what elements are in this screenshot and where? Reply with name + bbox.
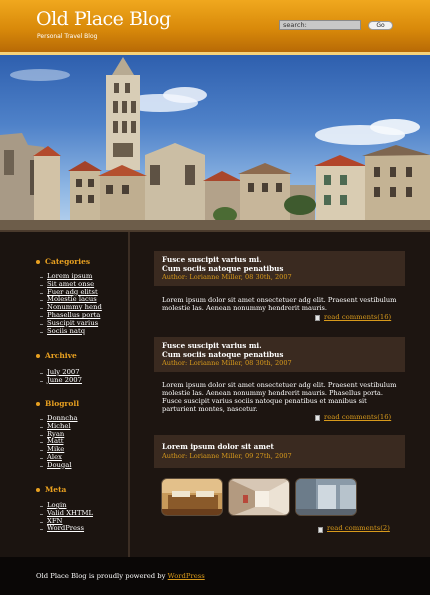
sidebar-heading-label: Categories: [45, 257, 91, 266]
site-title[interactable]: Old Place Blog: [36, 8, 171, 30]
sidebar-heading-label: Meta: [45, 485, 67, 494]
sidebar-item-meta[interactable]: WordPress: [40, 525, 93, 533]
list-bullet-icon: [36, 260, 40, 264]
sidebar-heading-categories: Categories: [36, 257, 90, 266]
post-title-line2[interactable]: Cum sociis natoque penatibus: [162, 264, 405, 274]
sidebar-heading-blogroll: Blogroll: [36, 399, 79, 408]
site-footer: Old Place Blog is proudly powered by Wor…: [0, 557, 430, 595]
sidebar-item-archive[interactable]: June 2007: [40, 376, 82, 385]
post-title[interactable]: Lorem ipsum dolor sit amet: [162, 442, 405, 452]
bedroom-thumbnail-image: [162, 479, 222, 515]
post-author-date: Author: Lorianne Miller, 09 27th, 2007: [162, 451, 292, 460]
post-thumbnail-bathroom[interactable]: [295, 478, 357, 516]
post-thumbnail-bedroom[interactable]: [161, 478, 223, 516]
post-title-line2[interactable]: Cum sociis natoque penatibus: [162, 350, 405, 360]
sidebar-heading-archive: Archive: [36, 351, 77, 360]
comment-page-icon: [318, 527, 323, 533]
meta-list: Login Valid XHTML XFN WordPress: [40, 501, 93, 533]
post-header: Fusce suscipit varius mi. Cum sociis nat…: [154, 337, 405, 372]
site-header: Old Place Blog Personal Travel Blog sear…: [0, 0, 430, 55]
post-excerpt: Lorem ipsum dolor sit amet onsectetuer a…: [162, 296, 397, 312]
sidebar-heading-label: Blogroll: [45, 399, 80, 408]
wordpress-link[interactable]: WordPress: [168, 572, 205, 580]
sidebar-item-category[interactable]: Sociis natq: [40, 327, 102, 336]
read-comments-link[interactable]: read comments(16): [324, 313, 391, 321]
site-tagline: Personal Travel Blog: [37, 33, 98, 40]
search-go-button[interactable]: Go: [368, 21, 393, 30]
search-input[interactable]: search:: [279, 20, 361, 30]
post-header: Fusce suscipit varius mi. Cum sociis nat…: [154, 251, 405, 286]
post-excerpt: Lorem ipsum dolor sit amet onsectetuer a…: [162, 381, 397, 413]
categories-list: Lorem ipsum Sit amet onse Fuer adg elits…: [40, 272, 102, 336]
read-comments-link[interactable]: read comments(2): [327, 524, 390, 532]
list-bullet-icon: [36, 488, 40, 492]
blogroll-list: Donncha Michel Ryan Matt Mike Alex Douga…: [40, 414, 78, 470]
sidebar-heading-meta: Meta: [36, 485, 66, 494]
comment-page-icon: [315, 415, 320, 421]
footer-credit: Old Place Blog is proudly powered by Wor…: [36, 572, 205, 580]
sidebar-item-blogroll[interactable]: Dougal: [40, 461, 78, 470]
read-comments-link[interactable]: read comments(16): [324, 413, 391, 421]
list-bullet-icon: [36, 402, 40, 406]
sidebar-heading-label: Archive: [45, 351, 77, 360]
post-author-date: Author: Lorianne Miller, 08 30th, 2007: [162, 273, 292, 282]
post-author-date: Author: Lorianne Miller, 08 30th, 2007: [162, 359, 292, 368]
bathroom-thumbnail-image: [296, 479, 356, 515]
post-header: Lorem ipsum dolor sit amet Author: Loria…: [154, 435, 405, 468]
old-town-skyline-illustration: [0, 57, 430, 230]
list-bullet-icon: [36, 354, 40, 358]
hallway-thumbnail-image: [229, 479, 289, 515]
post-thumbnail-hallway[interactable]: [228, 478, 290, 516]
footer-text: Old Place Blog is proudly powered by: [36, 572, 166, 580]
comment-page-icon: [315, 315, 320, 321]
header-banner-image: [0, 55, 430, 232]
archive-list: July 2007 June 2007: [40, 368, 82, 385]
